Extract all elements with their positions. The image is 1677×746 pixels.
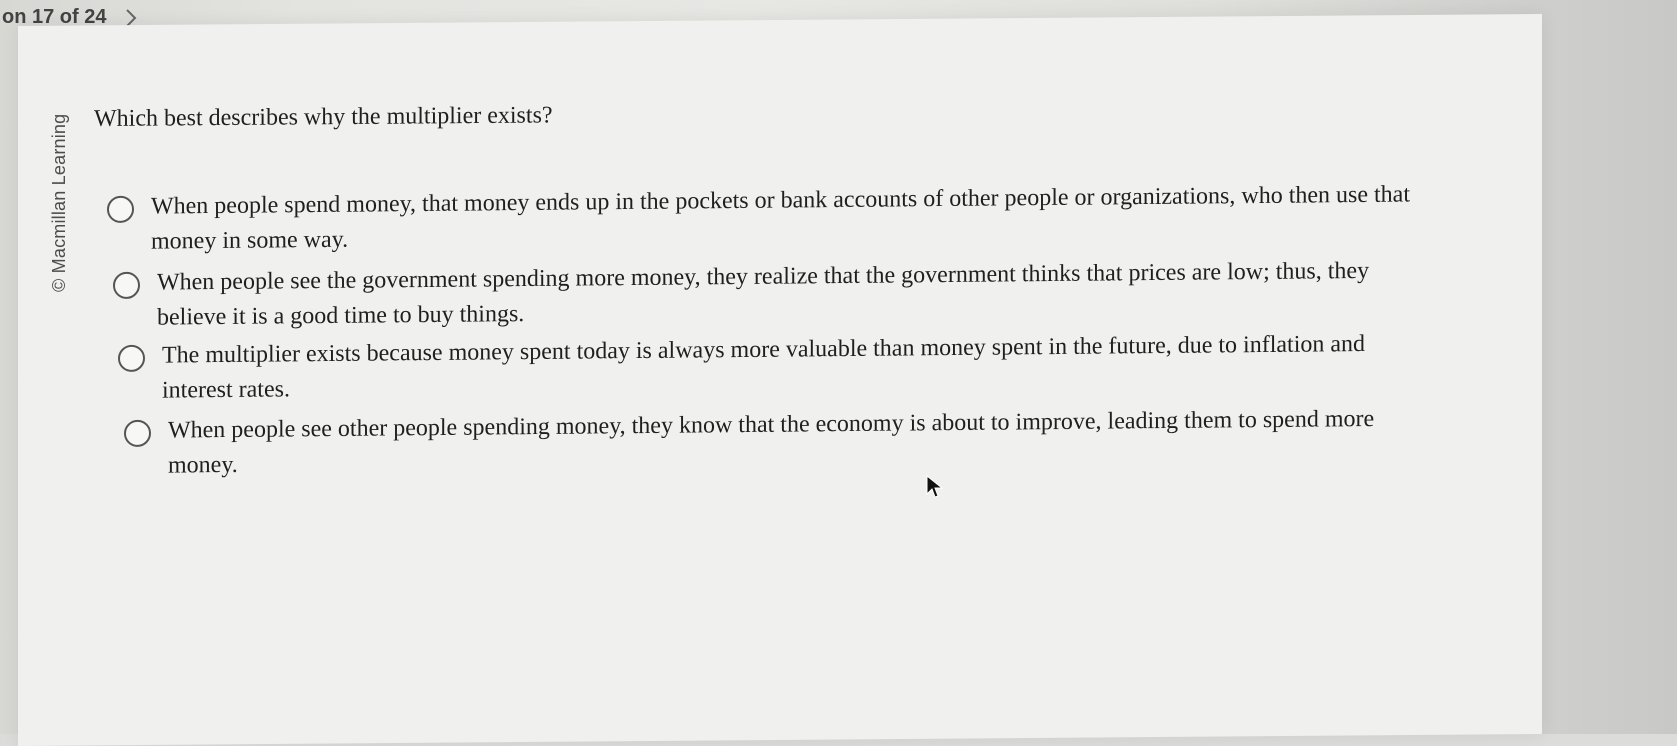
copyright-label: © Macmillan Learning <box>49 113 69 292</box>
radio-button[interactable] <box>113 271 140 299</box>
answer-option-label: The multiplier exists because money spen… <box>162 331 1366 404</box>
mouse-cursor-icon <box>926 475 943 498</box>
answer-option-label: When people see the government spending … <box>157 257 1370 331</box>
radio-button[interactable] <box>118 344 145 372</box>
answer-option-3[interactable]: The multiplier exists because money spen… <box>118 326 1422 409</box>
radio-button[interactable] <box>107 195 134 223</box>
answer-option-4[interactable]: When people see other people spending mo… <box>124 401 1428 484</box>
answer-option-label: When people see other people spending mo… <box>168 405 1375 479</box>
answer-option-label: When people spend money, that money ends… <box>151 181 1411 255</box>
answer-option-1[interactable]: When people spend money, that money ends… <box>107 177 1411 260</box>
answer-option-2[interactable]: When people see the government spending … <box>113 253 1417 336</box>
question-text: Which best describes why the multiplier … <box>94 102 553 132</box>
radio-button[interactable] <box>124 419 151 447</box>
